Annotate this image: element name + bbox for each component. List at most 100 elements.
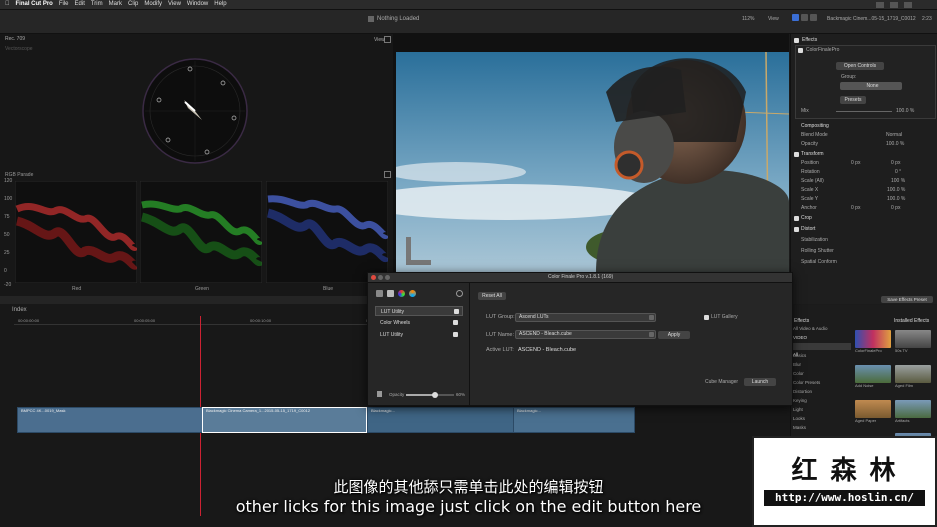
layer-item-selected[interactable]: LUT Utility: [375, 306, 463, 316]
category-item[interactable]: Blur: [793, 362, 801, 367]
scale-y-value[interactable]: 100.0 %: [887, 196, 905, 202]
viewer-thumbnail-icon[interactable]: [368, 16, 374, 22]
apply-button[interactable]: Apply: [658, 331, 690, 339]
viewer-panel: View: [374, 34, 789, 296]
group-select[interactable]: None: [840, 82, 902, 90]
crop-checkbox[interactable]: [794, 216, 799, 221]
vectorscope-label: Vectorscope: [5, 46, 33, 52]
color-finale-window: Color Finale Pro v.1.8.1 (169) LUT Utili…: [367, 272, 793, 406]
layout-icon[interactable]: [876, 2, 884, 8]
category-item[interactable]: Masks: [793, 425, 806, 430]
layer-item[interactable]: LUT Utility: [375, 330, 463, 340]
menu-file[interactable]: File: [59, 0, 69, 9]
anchor-x[interactable]: 0 px: [851, 205, 860, 211]
trash-icon[interactable]: [377, 391, 382, 397]
opacity-value[interactable]: 100.0 %: [886, 141, 904, 147]
layer-checkbox[interactable]: [453, 320, 458, 325]
effect-box: ColorFinalePro Open Controls Group: None…: [795, 45, 936, 119]
menu-help[interactable]: Help: [214, 0, 226, 9]
category-item[interactable]: Distortion: [793, 389, 812, 394]
color-tool-icon[interactable]: [409, 290, 416, 297]
minimize-window-button[interactable]: [378, 275, 383, 280]
menu-view[interactable]: View: [168, 0, 181, 9]
compositing-header: Compositing: [801, 123, 829, 129]
effect-enabled-checkbox[interactable]: [798, 48, 803, 53]
effect-thumbnail[interactable]: Artifacts: [895, 400, 931, 423]
layer-settings-gear-icon[interactable]: [456, 290, 463, 297]
scale-all-value[interactable]: 100 %: [891, 178, 905, 184]
effect-thumbnail[interactable]: Aged Paper: [855, 400, 891, 423]
info-inspector-icon[interactable]: [810, 14, 817, 21]
zoom-window-button[interactable]: [385, 275, 390, 280]
viewer-clip-name: Backmagic Cinem...05-15_1719_C0012: [827, 16, 916, 22]
reset-all-button[interactable]: Reset All: [478, 292, 506, 300]
effect-thumbnail[interactable]: ColorFinalePro: [855, 330, 891, 353]
apple-icon[interactable]: : [5, 0, 10, 9]
category-item[interactable]: Light: [793, 407, 803, 412]
category-item-selected[interactable]: All: [791, 343, 851, 357]
crop-header: Crop: [801, 215, 812, 221]
position-x[interactable]: 0 px: [851, 160, 860, 166]
effect-thumbnail[interactable]: Aged Film: [895, 365, 931, 388]
open-controls-button[interactable]: Open Controls: [836, 62, 884, 70]
menu-clip[interactable]: Clip: [128, 0, 138, 9]
lut-name-select[interactable]: ASCEND - Bleach.cube: [515, 330, 656, 339]
category-item[interactable]: Color Presets: [793, 380, 820, 385]
menu-edit[interactable]: Edit: [75, 0, 85, 9]
close-window-button[interactable]: [371, 275, 376, 280]
layer-item[interactable]: Color Wheels: [375, 318, 463, 328]
menu-mark[interactable]: Mark: [109, 0, 122, 9]
effects-checkbox[interactable]: [794, 38, 799, 43]
rotation-value[interactable]: 0 °: [895, 169, 901, 175]
menu-modify[interactable]: Modify: [144, 0, 162, 9]
presets-button[interactable]: Presets: [840, 96, 866, 104]
view-menu[interactable]: View: [768, 16, 779, 22]
scale-x-value[interactable]: 100.0 %: [887, 187, 905, 193]
category-item[interactable]: Basics: [793, 353, 806, 358]
timeline-clip-4[interactable]: Blackmagic...: [513, 407, 635, 433]
anchor-y[interactable]: 0 px: [891, 205, 900, 211]
nothing-loaded-status: Nothing Loaded: [377, 16, 420, 22]
lut-tool-icon[interactable]: [376, 290, 383, 297]
mix-value[interactable]: 100.0 %: [896, 108, 914, 114]
audio-inspector-icon[interactable]: [801, 14, 808, 21]
lut-group-select[interactable]: Ascend LUTs: [515, 313, 656, 322]
category-item[interactable]: All Video & Audio: [793, 326, 827, 331]
opacity-slider[interactable]: [406, 392, 454, 398]
opacity-slider-knob[interactable]: [431, 392, 438, 398]
effect-thumbnail[interactable]: Add Noise: [855, 365, 891, 388]
mix-slider[interactable]: [836, 111, 892, 112]
category-item[interactable]: Keying: [793, 398, 807, 403]
share-icon[interactable]: [890, 2, 898, 8]
position-y[interactable]: 0 px: [891, 160, 900, 166]
lut-gallery-checkbox[interactable]: [704, 315, 709, 320]
wheels-tool-icon[interactable]: [398, 290, 405, 297]
transform-checkbox[interactable]: [794, 152, 799, 157]
settings-icon[interactable]: [384, 36, 391, 43]
distort-checkbox[interactable]: [794, 227, 799, 232]
save-effects-preset-button[interactable]: Save Effects Preset: [881, 296, 933, 303]
video-inspector-icon[interactable]: [792, 14, 799, 21]
layer-checkbox[interactable]: [454, 309, 459, 314]
fullscreen-icon[interactable]: [904, 2, 912, 8]
category-item[interactable]: VIDEO: [793, 335, 807, 340]
menu-window[interactable]: Window: [187, 0, 208, 9]
category-item[interactable]: Looks: [793, 416, 805, 421]
timeline-clip-1[interactable]: BMPCC 4K...0019_Mask: [17, 407, 204, 433]
menu-app-name[interactable]: Final Cut Pro: [16, 0, 53, 9]
layer-tools: [376, 290, 421, 298]
timeline-clip-3[interactable]: Blackmagic...: [367, 407, 515, 433]
menu-trim[interactable]: Trim: [91, 0, 103, 9]
viewer-view-menu[interactable]: View: [374, 37, 385, 43]
layer-checkbox[interactable]: [453, 332, 458, 337]
parade-settings-icon[interactable]: [384, 171, 391, 178]
timeline-clip-2[interactable]: Blackmagic Cinema Camera_1...2015-05-15_…: [202, 407, 367, 433]
launch-button[interactable]: Launch: [744, 378, 776, 386]
curves-tool-icon[interactable]: [387, 290, 394, 297]
blend-mode-value[interactable]: Normal: [886, 132, 902, 138]
effect-thumbnail[interactable]: 50s TV: [895, 330, 931, 353]
timeline-index-button[interactable]: Index: [12, 307, 27, 313]
opacity-slider-value: 60%: [456, 392, 466, 397]
zoom-level[interactable]: 112%: [742, 16, 754, 22]
category-item[interactable]: Color: [793, 371, 804, 376]
